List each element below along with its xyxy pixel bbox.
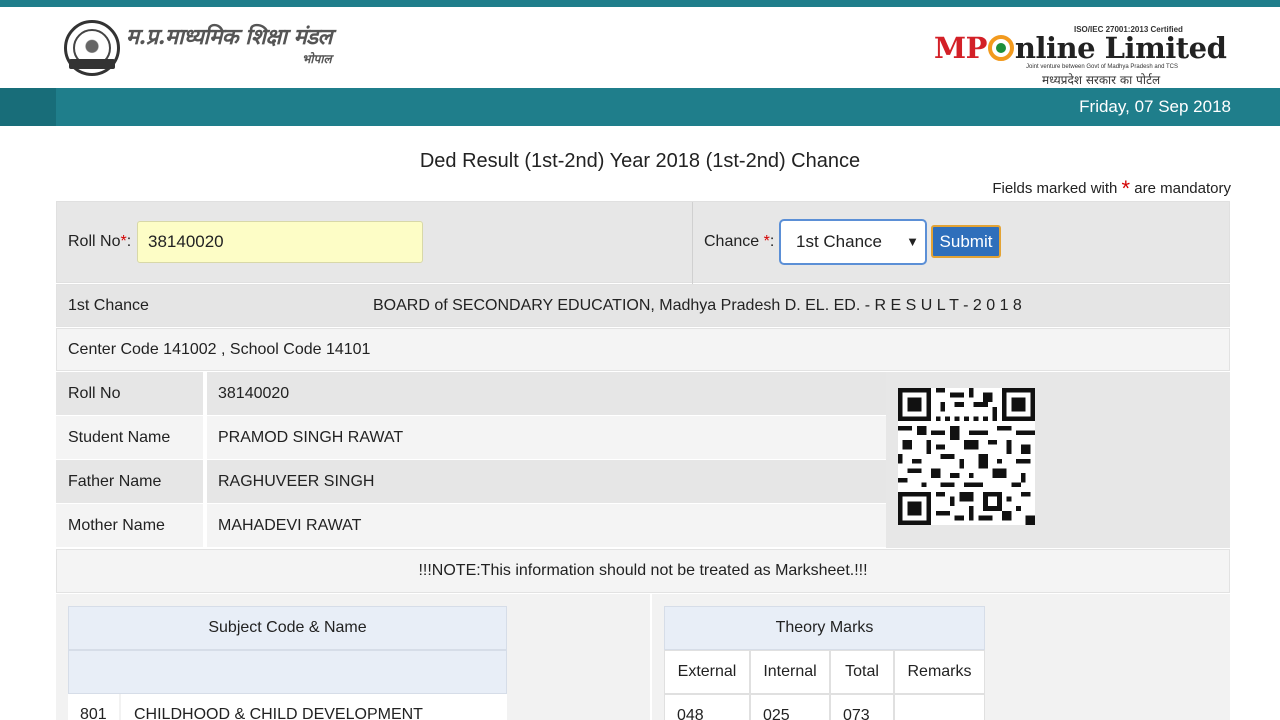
seal-ribbon-icon	[69, 59, 115, 69]
roll-label-colon: :	[126, 233, 132, 250]
subject-name: CHILDHOOD & CHILD DEVELOPMENT	[134, 706, 423, 720]
current-date: Friday, 07 Sep 2018	[1079, 97, 1231, 116]
info-value: 38140020	[207, 372, 886, 415]
info-value: RAGHUVEER SINGH	[207, 460, 886, 503]
theory-col-external: External	[664, 650, 750, 694]
table-row: Student Name PRAMOD SINGH RAWAT	[56, 416, 886, 460]
mp-tagline: Joint venture between Govt of Madhya Pra…	[1026, 64, 1178, 70]
mandatory-note: Fields marked with * are mandatory	[992, 176, 1231, 202]
mp-hindi-tagline: मध्यप्रदेश सरकार का पोर्टल	[1042, 73, 1161, 87]
subject-column-header: Subject Code & Name	[68, 606, 507, 650]
theory-marks-header: Theory Marks	[664, 606, 985, 650]
date-bar: Friday, 07 Sep 2018	[0, 88, 1280, 126]
mandatory-star: *	[1121, 176, 1131, 201]
internal-mark: 025	[750, 694, 830, 720]
subject-code: 801	[68, 694, 121, 720]
info-key: Father Name	[56, 460, 205, 503]
globe-icon	[987, 35, 1014, 61]
marksheet-note: !!!NOTE:This information should not be t…	[56, 549, 1230, 593]
info-value: MAHADEVI RAWAT	[207, 504, 886, 547]
form-divider	[692, 202, 693, 284]
roll-no-input[interactable]: 38140020	[137, 221, 423, 263]
qr-code-panel	[886, 372, 1230, 548]
table-row: Roll No 38140020	[56, 372, 886, 416]
mandatory-prefix: Fields marked with	[992, 180, 1118, 197]
chance-label-text: Chance	[704, 233, 764, 250]
roll-label-text: Roll No	[68, 233, 121, 250]
remarks-cell	[894, 694, 985, 720]
qr-code-icon	[898, 388, 1035, 525]
info-key: Mother Name	[56, 504, 205, 547]
search-form: Roll No*: 38140020 Chance *: 1st Chance …	[56, 201, 1230, 284]
result-header-row: 1st Chance BOARD of SECONDARY EDUCATION,…	[56, 284, 1230, 327]
center-school-codes: Center Code 141002 , School Code 14101	[68, 341, 371, 358]
submit-button[interactable]: Submit	[931, 225, 1001, 258]
date-bar-left-block	[0, 88, 56, 126]
chance-select[interactable]: 1st Chance ▼	[779, 219, 927, 265]
info-key: Roll No	[56, 372, 205, 415]
result-chance: 1st Chance	[68, 297, 149, 314]
chance-selected-value: 1st Chance	[796, 232, 882, 251]
table-row: Mother Name MAHADEVI RAWAT	[56, 504, 886, 548]
board-city: भोपाल	[302, 52, 332, 66]
mponline-logo[interactable]: MP nline Limited	[934, 31, 1227, 65]
theory-col-total: Total	[830, 650, 894, 694]
theory-col-remarks: Remarks	[894, 650, 985, 694]
roll-no-label: Roll No*:	[68, 233, 131, 251]
mp-logo-prefix: MP	[934, 31, 987, 65]
top-accent-strip	[0, 0, 1280, 7]
table-row: Father Name RAGHUVEER SINGH	[56, 460, 886, 504]
mp-logo-suffix: nline Limited	[1014, 31, 1227, 65]
marks-section-divider	[650, 594, 652, 720]
student-info-table: Roll No 38140020 Student Name PRAMOD SIN…	[56, 372, 886, 548]
board-name: म.प्र.माध्यमिक शिक्षा मंडल	[126, 24, 332, 50]
dropdown-arrow-icon: ▼	[906, 234, 919, 249]
table-row: 801 CHILDHOOD & CHILD DEVELOPMENT	[68, 694, 507, 720]
info-key: Student Name	[56, 416, 205, 459]
board-seal-logo[interactable]	[64, 20, 120, 76]
external-mark: 048	[664, 694, 750, 720]
subject-subheader-blank	[68, 650, 507, 694]
result-board-line: BOARD of SECONDARY EDUCATION, Madhya Pra…	[373, 297, 1022, 314]
center-school-row: Center Code 141002 , School Code 14101	[56, 328, 1230, 371]
marks-section: Subject Code & Name 801 CHILDHOOD & CHIL…	[56, 594, 1230, 720]
page-title: Ded Result (1st-2nd) Year 2018 (1st-2nd)…	[419, 150, 861, 172]
theory-col-internal: Internal	[750, 650, 830, 694]
chance-label: Chance *:	[704, 233, 774, 251]
chance-label-colon: :	[769, 233, 775, 250]
site-header: म.प्र.माध्यमिक शिक्षा मंडल भोपाल ISO/IEC…	[0, 7, 1280, 88]
total-mark: 073	[830, 694, 894, 720]
info-value: PRAMOD SINGH RAWAT	[207, 416, 886, 459]
mandatory-suffix: are mandatory	[1134, 180, 1231, 197]
